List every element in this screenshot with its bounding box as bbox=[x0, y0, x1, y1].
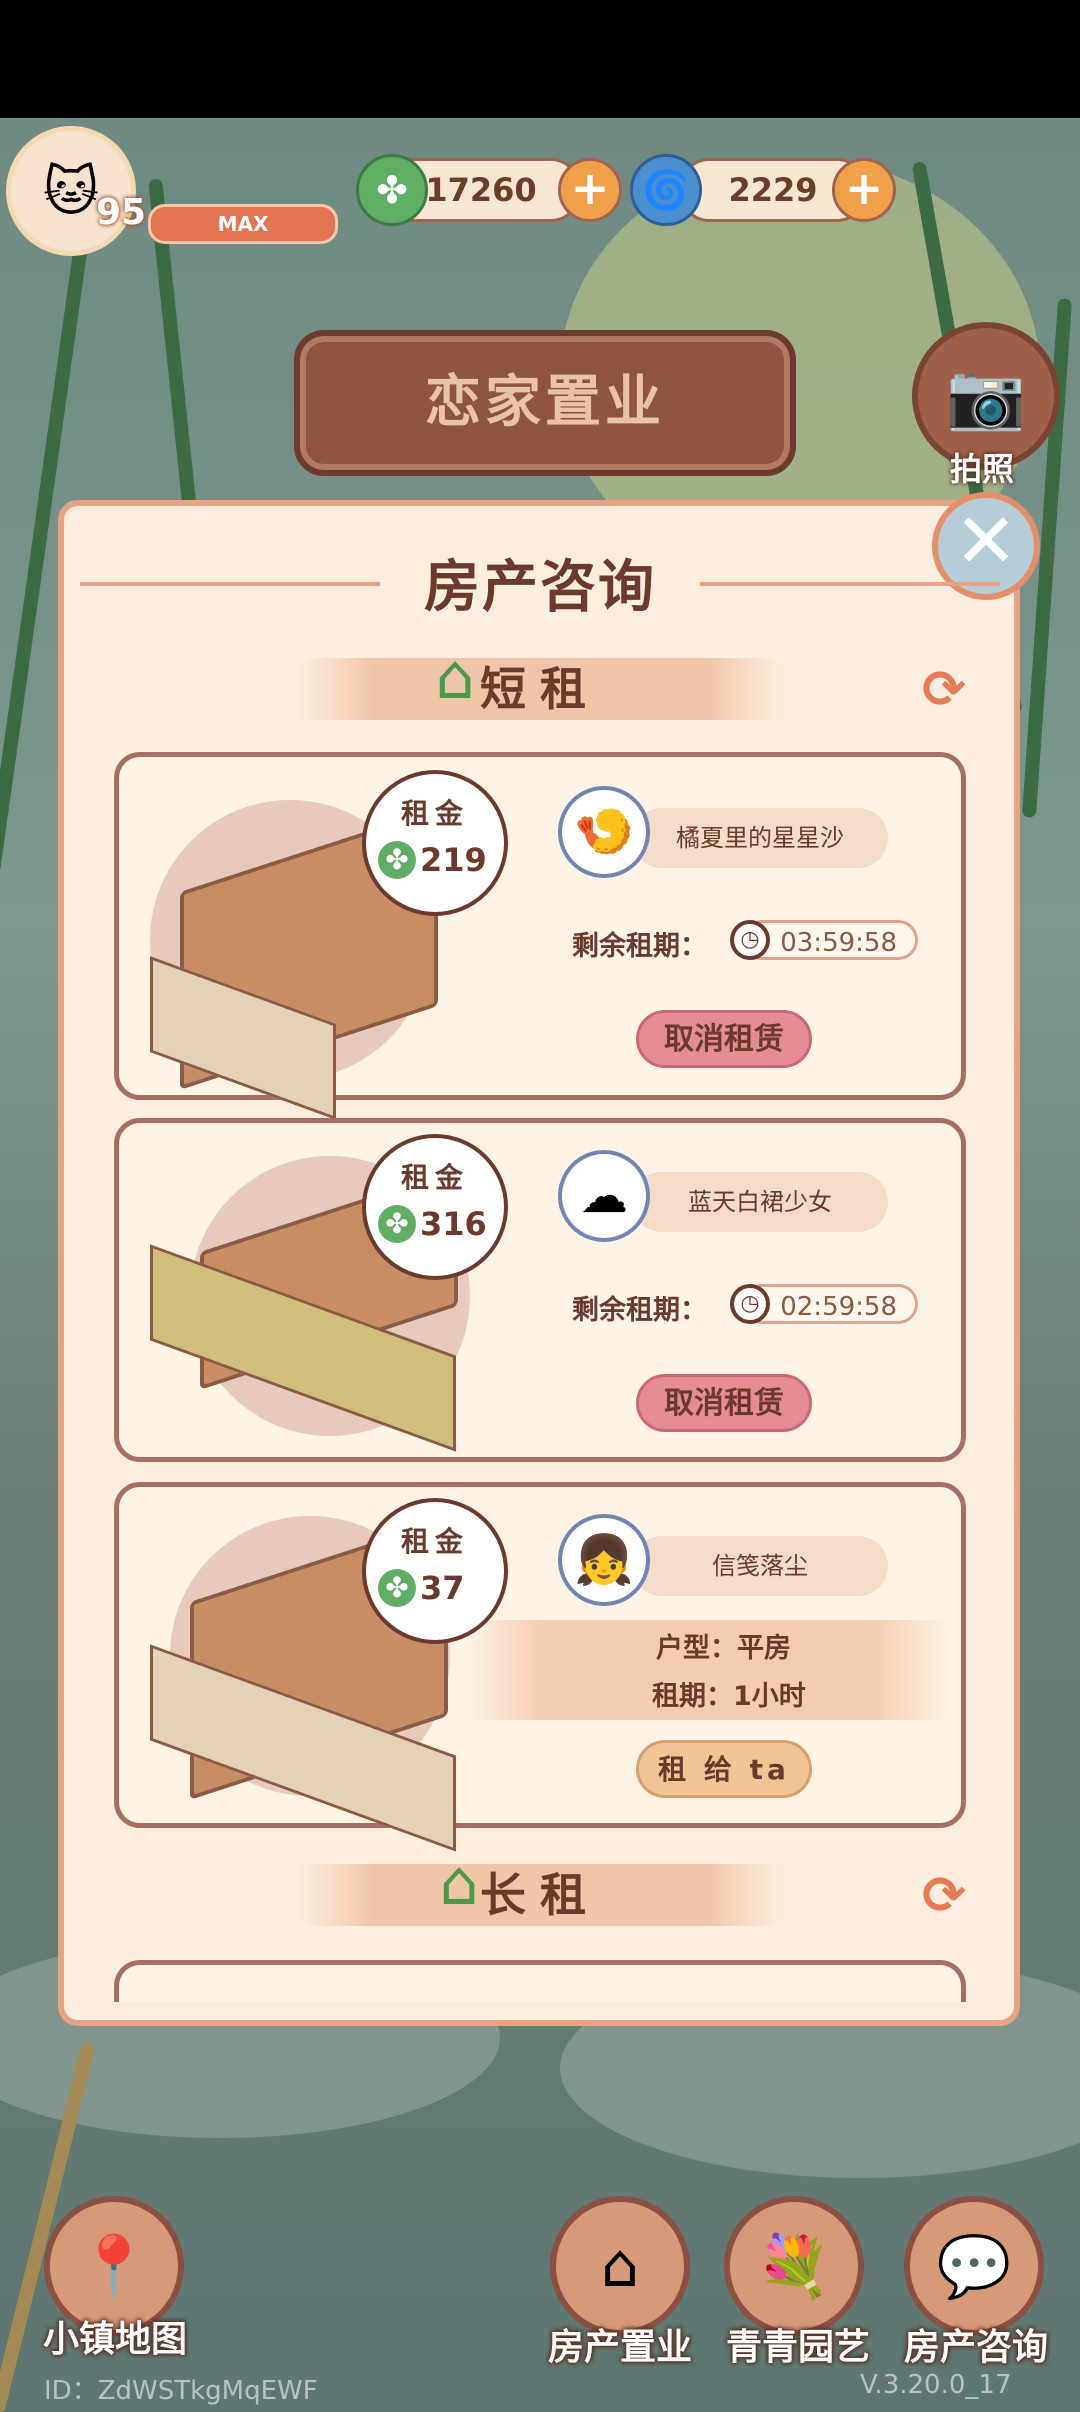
exp-bar: MAX bbox=[148, 204, 338, 244]
refresh-long-button[interactable]: ⟳ bbox=[914, 1866, 974, 1926]
tenant-name: 橘夏里的星星沙 bbox=[632, 808, 888, 868]
cancel-rent-button[interactable]: 取消租赁 bbox=[636, 1010, 812, 1068]
house-icon: ⌂ bbox=[435, 640, 475, 713]
clock-icon: ◷ bbox=[730, 920, 770, 960]
house-icon: ⌂ bbox=[600, 2231, 640, 2301]
house-icon: ⌂ bbox=[439, 1846, 479, 1919]
town-map-label: 小镇地图 bbox=[42, 2319, 187, 2360]
clover-icon: ✤ bbox=[378, 841, 416, 879]
remaining-label: 剩余租期： bbox=[572, 1295, 707, 1326]
map-pin-icon: 📍 bbox=[76, 2231, 152, 2302]
tenant-avatar[interactable]: 🍤 bbox=[558, 786, 650, 878]
consult-label: 房产咨询 bbox=[903, 2327, 1048, 2368]
clover-icon: ✤ bbox=[378, 1569, 416, 1607]
clover-icon: ✤ bbox=[356, 154, 428, 226]
tenant-avatar[interactable]: ☁ bbox=[558, 1150, 650, 1242]
cancel-rent-button[interactable]: 取消租赁 bbox=[636, 1374, 812, 1432]
clock-icon: ◷ bbox=[730, 1284, 770, 1324]
property-label: 房产置业 bbox=[547, 2327, 692, 2368]
tenant-name: 信笺落尘 bbox=[632, 1536, 888, 1596]
rent-label: 租金 bbox=[400, 797, 469, 830]
section-long-rent: 长租 bbox=[300, 1864, 780, 1926]
refresh-icon: ⟳ bbox=[922, 660, 966, 720]
rent-to-button[interactable]: 租 给 ta bbox=[636, 1740, 812, 1798]
game-version: V.3.20.0_17 bbox=[860, 2370, 1012, 2400]
camera-label: 拍照 bbox=[949, 450, 1014, 488]
tenant-avatar[interactable]: 👧 bbox=[558, 1514, 650, 1606]
rental-card-4-partial bbox=[114, 1960, 966, 2002]
refresh-icon: ⟳ bbox=[922, 1866, 966, 1926]
garden-button[interactable]: 💐 bbox=[724, 2196, 864, 2336]
clover-icon: ✤ bbox=[378, 1205, 416, 1243]
refresh-short-button[interactable]: ⟳ bbox=[914, 660, 974, 720]
panel-title: 房产咨询 bbox=[424, 555, 656, 620]
rent-label: 租金 bbox=[400, 1161, 469, 1194]
rent-label: 租金 bbox=[400, 1525, 469, 1558]
rent-period: 租期：1小时 bbox=[652, 1681, 806, 1712]
rent-value: 37 bbox=[420, 1569, 465, 1607]
garden-label: 青青园艺 bbox=[725, 2327, 870, 2368]
player-level: 95 bbox=[96, 192, 147, 233]
agency-sign: 恋家置业 bbox=[294, 330, 796, 476]
tenant-name: 蓝天白裙少女 bbox=[632, 1172, 888, 1232]
section-short-rent: 短租 bbox=[300, 658, 780, 720]
remaining-label: 剩余租期： bbox=[572, 931, 707, 962]
house-type: 户型：平房 bbox=[656, 1633, 791, 1664]
consult-button[interactable]: 💬 bbox=[904, 2196, 1044, 2336]
rent-value: 316 bbox=[420, 1205, 487, 1243]
chat-bubble-icon: 💬 bbox=[936, 2231, 1012, 2302]
add-gem-button[interactable]: + bbox=[832, 158, 896, 222]
add-clover-button[interactable]: + bbox=[558, 158, 622, 222]
property-button[interactable]: ⌂ bbox=[550, 2196, 690, 2336]
camera-icon: 📷 bbox=[946, 359, 1026, 434]
swirl-gem-icon: 🌀 bbox=[630, 154, 702, 226]
rent-value: 219 bbox=[420, 841, 487, 879]
flower-cart-icon: 💐 bbox=[756, 2231, 832, 2302]
player-id: ID：ZdWSTkgMqEWF bbox=[44, 2376, 318, 2406]
